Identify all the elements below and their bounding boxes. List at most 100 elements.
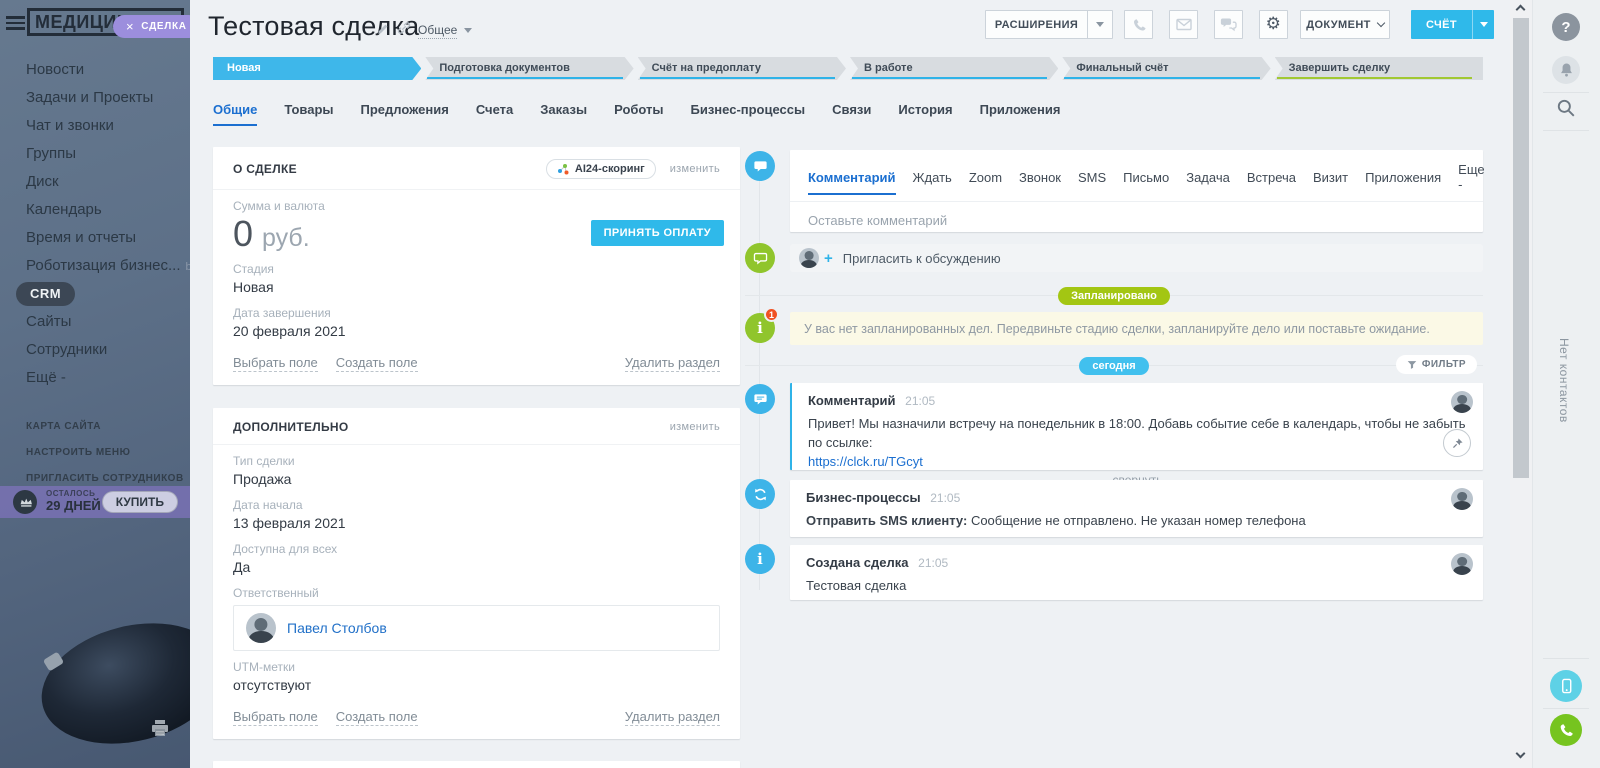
- select-field-link[interactable]: Выбрать поле: [233, 709, 318, 726]
- chevron-down-icon[interactable]: [1480, 22, 1488, 27]
- sidebar-item-employees[interactable]: Сотрудники: [0, 336, 190, 364]
- start-date-value[interactable]: 13 февраля 2021: [213, 512, 740, 533]
- search-button[interactable]: [1556, 98, 1576, 123]
- composer-tab-zoom[interactable]: Zoom: [969, 170, 1002, 185]
- tab-products[interactable]: Товары: [284, 102, 333, 126]
- sidebar-item-sites[interactable]: Сайты: [0, 308, 190, 336]
- tab-orders[interactable]: Заказы: [540, 102, 587, 126]
- tab-apps[interactable]: Приложения: [980, 102, 1061, 126]
- sidebar-item-disk[interactable]: Диск: [0, 168, 190, 196]
- composer-tab-meeting[interactable]: Встреча: [1247, 170, 1296, 185]
- calendar-link[interactable]: https://clck.ru/TGcyt: [808, 454, 923, 469]
- vertical-scrollbar[interactable]: [1510, 0, 1532, 768]
- edit-section-link[interactable]: изменить: [670, 163, 720, 175]
- telephony-button[interactable]: [1550, 714, 1582, 746]
- chat-button[interactable]: [1214, 10, 1243, 39]
- ai-scoring-badge[interactable]: AI24-скоринг: [546, 159, 656, 179]
- configure-menu-link[interactable]: НАСТРОИТЬ МЕНЮ: [0, 440, 190, 466]
- edit-title-icon[interactable]: [377, 22, 390, 40]
- chevron-down-icon[interactable]: [1096, 22, 1104, 27]
- visibility-value[interactable]: Да: [213, 556, 740, 577]
- notifications-button[interactable]: [1552, 56, 1580, 84]
- search-icon: [1556, 98, 1576, 118]
- settings-button[interactable]: ⚙: [1259, 10, 1288, 39]
- invoice-button[interactable]: СЧЁТ: [1411, 10, 1494, 39]
- delete-section-link[interactable]: Удалить раздел: [625, 709, 720, 726]
- stage-in-progress[interactable]: В работе: [850, 57, 1058, 80]
- stage-final-invoice[interactable]: Финальный счёт: [1062, 57, 1270, 80]
- sidebar-item-groups[interactable]: Группы: [0, 140, 190, 168]
- avatar[interactable]: [246, 613, 276, 643]
- tab-invoices[interactable]: Счета: [476, 102, 513, 126]
- email-button[interactable]: [1169, 10, 1198, 39]
- stage-docs[interactable]: Подготовка документов: [425, 57, 633, 80]
- document-button[interactable]: ДОКУМЕНТ: [1300, 10, 1390, 39]
- scrollbar-thumb[interactable]: [1513, 18, 1529, 478]
- create-field-link[interactable]: Создать поле: [336, 355, 418, 372]
- chevron-down-icon[interactable]: [464, 28, 472, 33]
- stage-field-value[interactable]: Новая: [213, 276, 740, 297]
- composer-tab-call[interactable]: Звонок: [1019, 170, 1061, 185]
- sidebar-item-crm[interactable]: CRM: [0, 280, 190, 308]
- mobile-app-button[interactable]: [1550, 670, 1582, 702]
- tab-general[interactable]: Общие: [213, 102, 257, 126]
- today-badge: сегодня: [1079, 357, 1148, 375]
- comment-entry-icon: [745, 384, 775, 414]
- call-button[interactable]: [1124, 10, 1153, 39]
- tab-history[interactable]: История: [898, 102, 952, 126]
- stage-close-deal[interactable]: Завершить сделку: [1275, 57, 1483, 80]
- sidebar-item-rpa[interactable]: Роботизация бизнес...beta: [0, 252, 190, 280]
- composer-tab-sms[interactable]: SMS: [1078, 170, 1106, 185]
- sidebar-item-news[interactable]: Новости: [0, 56, 190, 84]
- delete-section-link[interactable]: Удалить раздел: [625, 355, 720, 372]
- scroll-up-arrow[interactable]: [1516, 5, 1526, 15]
- close-icon[interactable]: ×: [126, 19, 134, 34]
- comment-input[interactable]: Оставьте комментарий: [790, 202, 1483, 239]
- sidebar-item-time[interactable]: Время и отчеты: [0, 224, 190, 252]
- stage-prepayment[interactable]: Счёт на предоплату: [638, 57, 846, 80]
- deal-type-value[interactable]: Продажа: [213, 468, 740, 489]
- scope-selector[interactable]: Общее: [418, 23, 457, 39]
- deal-tab-pill[interactable]: × СДЕЛКА: [113, 15, 190, 38]
- hamburger-menu-icon[interactable]: [6, 16, 25, 33]
- select-field-link[interactable]: Выбрать поле: [233, 355, 318, 372]
- composer-tab-more[interactable]: Еще -: [1458, 162, 1484, 192]
- sidebar-item-tasks[interactable]: Задачи и Проекты: [0, 84, 190, 112]
- sitemap-link[interactable]: КАРТА САЙТА: [0, 414, 190, 440]
- avatar[interactable]: [1451, 553, 1473, 575]
- edit-section-link[interactable]: изменить: [670, 421, 720, 433]
- tab-robots[interactable]: Роботы: [614, 102, 663, 126]
- accept-payment-button[interactable]: ПРИНЯТЬ ОПЛАТУ: [591, 220, 724, 246]
- printer-icon[interactable]: [150, 719, 170, 742]
- sidebar-item-more[interactable]: Ещё -: [0, 364, 190, 392]
- create-field-link[interactable]: Создать поле: [336, 709, 418, 726]
- composer-tab-comment[interactable]: Комментарий: [808, 170, 896, 185]
- mobile-device-icon: [1559, 678, 1574, 695]
- link-icon[interactable]: [397, 21, 411, 40]
- composer-tab-apps[interactable]: Приложения: [1365, 170, 1441, 185]
- avatar[interactable]: [1451, 391, 1473, 413]
- sidebar-item-chat[interactable]: Чат и звонки: [0, 112, 190, 140]
- responsible-user-link[interactable]: Павел Столбов: [287, 620, 387, 636]
- tab-quotes[interactable]: Предложения: [361, 102, 449, 126]
- composer-tab-task[interactable]: Задача: [1186, 170, 1230, 185]
- field-label: Дата начала: [213, 489, 740, 512]
- filter-button[interactable]: ФИЛЬТР: [1396, 355, 1477, 374]
- close-date-field-value[interactable]: 20 февраля 2021: [213, 320, 740, 341]
- avatar[interactable]: [1451, 488, 1473, 510]
- tab-bizproc[interactable]: Бизнес-процессы: [691, 102, 806, 126]
- amount-field[interactable]: 0 руб. ПРИНЯТЬ ОПЛАТУ: [213, 213, 740, 253]
- invite-to-discussion[interactable]: + Пригласить к обсуждению: [790, 244, 1483, 272]
- scroll-down-arrow[interactable]: [1516, 749, 1526, 759]
- sidebar-item-calendar[interactable]: Календарь: [0, 196, 190, 224]
- buy-button[interactable]: КУПИТЬ: [102, 491, 178, 513]
- composer-tab-email[interactable]: Письмо: [1123, 170, 1169, 185]
- extensions-button[interactable]: РАСШИРЕНИЯ: [985, 10, 1113, 39]
- pin-button[interactable]: [1443, 429, 1471, 457]
- composer-tab-visit[interactable]: Визит: [1313, 170, 1348, 185]
- tab-relations[interactable]: Связи: [832, 102, 871, 126]
- stage-new[interactable]: Новая: [213, 57, 421, 80]
- composer-tab-wait[interactable]: Ждать: [913, 170, 952, 185]
- help-button[interactable]: ?: [1552, 13, 1580, 41]
- envelope-icon: [1176, 18, 1192, 31]
